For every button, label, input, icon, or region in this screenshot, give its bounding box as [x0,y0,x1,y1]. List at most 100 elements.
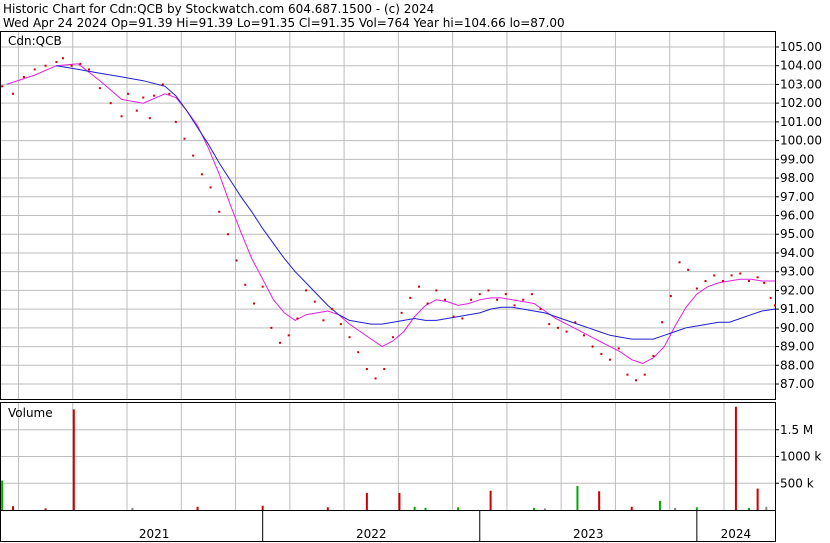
price-point [348,336,351,339]
volume-bar [576,485,579,510]
price-point [322,319,325,322]
price-point [148,117,151,120]
price-panel: Cdn:QCB 105.00104.00103.00102.00101.0010… [0,31,822,400]
price-point [556,326,559,329]
price-tick-label: 97.00 [780,190,814,204]
price-point [261,285,264,288]
short-moving-average-line [6,63,775,364]
volume-bar [765,506,768,510]
volume-y-axis: 1.5 M 1000 k 500 k [775,423,821,490]
volume-bar [747,507,750,510]
price-point [609,358,612,361]
volume-bar [131,507,134,510]
price-point [209,186,212,189]
price-tick-label: 105.00 [780,40,822,54]
price-point [739,272,742,275]
price-tick-label: 102.00 [780,96,822,110]
price-tick-label: 101.00 [780,115,822,129]
volume-tick-label: 500 k [780,476,814,490]
year-label: 2023 [573,527,604,541]
price-point [168,92,171,95]
price-point [226,233,229,236]
price-point [617,347,620,350]
price-point [244,283,247,286]
price-point [435,289,438,292]
price-point [652,354,655,357]
price-point [522,298,525,301]
price-point [582,334,585,337]
year-label: 2021 [139,527,170,541]
price-point [600,353,603,356]
price-point [461,317,464,320]
price-point [747,280,750,283]
price-point [305,289,308,292]
volume-panel-label: Volume [8,406,53,420]
quote-summary: Wed Apr 24 2024 Op=91.39 Hi=91.39 Lo=91.… [3,16,565,30]
volume-bar [543,508,546,510]
price-point [470,298,473,301]
volume-bar [489,490,492,510]
price-point [339,323,342,326]
price-point [12,92,15,95]
price-point [704,280,707,283]
price-point [33,68,36,71]
price-point [417,285,420,288]
price-point [127,92,130,95]
year-label: 2024 [721,527,752,541]
price-point [120,115,123,118]
price-point [496,298,499,301]
price-panel-label: Cdn:QCB [8,34,62,48]
price-point [55,60,58,63]
volume-bar [658,500,661,510]
price-point [161,83,164,86]
price-point [331,308,334,311]
price-point [270,326,273,329]
price-tick-label: 94.00 [780,246,814,260]
price-point [769,296,772,299]
price-point [183,137,186,140]
chart-title: Historic Chart for Cdn:QCB by Stockwatch… [3,2,434,16]
price-point [669,295,672,298]
volume-bars [1,406,768,510]
volume-bar [413,506,416,510]
price-point [22,75,25,78]
price-point [478,293,481,296]
price-tick-label: 93.00 [780,265,814,279]
price-point [383,368,386,371]
price-point [287,334,290,337]
price-point [153,94,156,97]
volume-bar [196,506,199,510]
price-point [713,274,716,277]
price-point [721,280,724,283]
x-axis: 2021 2022 2023 2024 [0,510,776,542]
price-point [135,109,138,112]
price-point [565,330,568,333]
volume-bar [365,492,368,510]
price-point [200,173,203,176]
price-tick-label: 90.00 [780,321,814,335]
price-point [643,373,646,376]
volume-bar [44,508,47,510]
volume-bar [398,492,401,510]
price-point [513,304,516,307]
price-point [313,300,316,303]
price-tick-label: 88.00 [780,358,814,372]
price-point [400,311,403,314]
price-point [687,268,690,271]
price-point [487,289,490,292]
x-axis-frame [0,510,776,542]
price-points [1,57,776,382]
volume-bar [674,507,677,510]
volume-bar [598,491,601,510]
price-point [774,304,776,307]
price-point [61,57,64,60]
price-point [756,276,759,279]
price-point [409,296,412,299]
volume-bar [734,406,737,510]
volume-panel: Volume 1.5 M 1000 k 500 k [0,402,821,511]
price-point [192,154,195,157]
price-tick-label: 104.00 [780,59,822,73]
volume-tick-label: 1.5 M [780,423,813,437]
price-point [763,281,766,284]
price-tick-label: 98.00 [780,171,814,185]
